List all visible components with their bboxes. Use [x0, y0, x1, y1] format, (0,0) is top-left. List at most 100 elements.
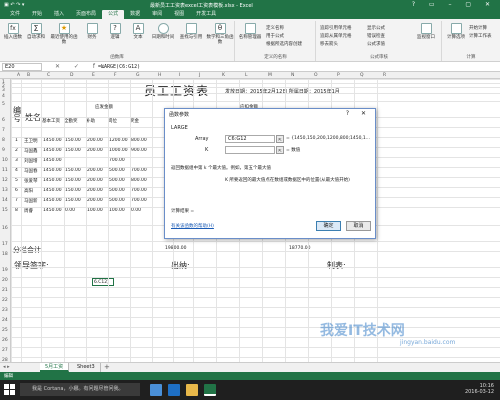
sheet-tab-sheet3[interactable]: Sheet3: [72, 363, 101, 372]
add-sheet-button[interactable]: +: [104, 363, 110, 371]
datetime-button[interactable]: 日期和时间: [151, 23, 175, 40]
lookup-button[interactable]: 查找与引用: [178, 23, 204, 40]
insert-function-button[interactable]: fx 插入函数: [2, 23, 24, 40]
salary-cell[interactable]: 150.00: [65, 138, 81, 143]
salary-cell[interactable]: 200.00: [87, 138, 103, 143]
column-header-D[interactable]: D: [70, 73, 73, 78]
remove-arrows-button[interactable]: 移去箭头: [320, 41, 338, 47]
salary-cell[interactable]: 500.00: [109, 188, 125, 193]
salary-cell[interactable]: 700.00: [131, 168, 147, 173]
sheet-tab-may-salary[interactable]: 5月工资: [40, 363, 70, 372]
name-box[interactable]: E20: [2, 63, 42, 71]
row-header-26[interactable]: 26: [2, 338, 8, 343]
row-header-14[interactable]: 14: [2, 198, 8, 203]
text-button[interactable]: A 文本: [128, 23, 148, 40]
excel-taskbar-icon[interactable]: [204, 384, 216, 396]
column-header-O[interactable]: O: [314, 73, 318, 78]
salary-cell[interactable]: 1450.00: [43, 178, 62, 183]
column-header-J[interactable]: J: [199, 73, 200, 78]
calc-options-button[interactable]: 计算选项: [445, 23, 467, 40]
array-input[interactable]: C6:G12: [225, 135, 275, 143]
ribbon-tab-7[interactable]: 视图: [168, 10, 190, 19]
active-cell-e20[interactable]: 6.C12): [92, 278, 114, 286]
ribbon-tab-8[interactable]: 开发工具: [190, 10, 222, 19]
column-header-C[interactable]: C: [47, 73, 50, 78]
cancel-button[interactable]: 取消: [346, 221, 371, 231]
create-from-selection-button[interactable]: 根据所选内容创建: [266, 41, 302, 47]
salary-cell[interactable]: 100.00: [87, 208, 103, 213]
ribbon-tab-3[interactable]: 页面布局: [70, 10, 102, 19]
taskbar-clock[interactable]: 10:16 2016-03-12: [465, 383, 494, 395]
formula-input[interactable]: =LARGE(C6:G12): [98, 63, 140, 71]
row-header-20[interactable]: 20: [2, 278, 8, 283]
calc-sheet-button[interactable]: 计算工作表: [469, 33, 492, 39]
salary-cell[interactable]: 1450.00: [43, 208, 62, 213]
window-controls[interactable]: ? ▭ – ▢ ✕: [412, 1, 496, 8]
column-header-F[interactable]: F: [114, 73, 117, 78]
column-header-B[interactable]: B: [27, 73, 30, 78]
row-header-18[interactable]: 18: [2, 252, 8, 257]
sheet-nav-arrows[interactable]: ◂ ▸: [3, 364, 10, 370]
row-header-15[interactable]: 15: [2, 208, 8, 213]
row-header-3[interactable]: 3: [2, 88, 5, 93]
salary-cell[interactable]: 700.00: [131, 188, 147, 193]
row-header-5[interactable]: 5: [2, 102, 5, 107]
ribbon-tab-0[interactable]: 文件: [4, 10, 26, 19]
salary-cell[interactable]: 1450.00: [43, 158, 62, 163]
row-header-4[interactable]: 4: [2, 94, 5, 99]
row-header-12[interactable]: 12: [2, 178, 8, 183]
help-link[interactable]: 有关该函数的帮助(H): [171, 223, 214, 229]
salary-cell[interactable]: 1450.00: [43, 188, 62, 193]
windows-start-icon[interactable]: [4, 384, 15, 395]
salary-cell[interactable]: 1450.00: [43, 138, 62, 143]
row-header-27[interactable]: 27: [2, 348, 8, 353]
column-header-I[interactable]: I: [179, 73, 180, 78]
salary-cell[interactable]: 1450.00: [43, 168, 62, 173]
row-header-10[interactable]: 10: [2, 158, 8, 163]
salary-cell[interactable]: 800.00: [131, 138, 147, 143]
ribbon-tab-5[interactable]: 数据: [124, 10, 146, 19]
dialog-controls[interactable]: ? ✕: [346, 110, 371, 117]
use-in-formula-button[interactable]: 用于公式: [266, 33, 284, 39]
column-header-N[interactable]: N: [291, 73, 294, 78]
trace-dependents-button[interactable]: 追踪从属单元格: [320, 33, 352, 39]
column-header-A[interactable]: A: [17, 73, 20, 78]
column-header-Q[interactable]: Q: [360, 73, 364, 78]
salary-cell[interactable]: 1000.00: [109, 148, 128, 153]
math-button[interactable]: θ 数学和三角函数: [206, 23, 234, 45]
ok-button[interactable]: 确定: [316, 221, 341, 231]
salary-cell[interactable]: 200.00: [87, 168, 103, 173]
salary-cell[interactable]: 700.00: [109, 158, 125, 163]
salary-cell[interactable]: 150.00: [65, 168, 81, 173]
salary-cell[interactable]: 200.00: [87, 198, 103, 203]
array-collapse-button[interactable]: ⇱: [276, 135, 284, 143]
show-formulas-button[interactable]: 显示公式: [367, 25, 385, 31]
salary-cell[interactable]: 900.00: [131, 148, 147, 153]
row-header-25[interactable]: 25: [2, 328, 8, 333]
salary-cell[interactable]: 100.00: [109, 208, 125, 213]
column-header-H[interactable]: H: [158, 73, 161, 78]
column-header-E[interactable]: E: [92, 73, 95, 78]
salary-cell[interactable]: 150.00: [65, 188, 81, 193]
ribbon-tab-6[interactable]: 审阅: [146, 10, 168, 19]
salary-cell[interactable]: 1450.00: [43, 198, 62, 203]
trace-precedents-button[interactable]: 追踪引用单元格: [320, 25, 352, 31]
autosum-button[interactable]: Σ 自动求和: [26, 23, 46, 40]
salary-cell[interactable]: 200.00: [87, 178, 103, 183]
k-collapse-button[interactable]: ⇱: [276, 146, 284, 154]
salary-cell[interactable]: 500.00: [109, 198, 125, 203]
salary-cell[interactable]: 150.00: [65, 178, 81, 183]
column-header-R[interactable]: R: [383, 73, 386, 78]
row-header-11[interactable]: 11: [2, 168, 8, 173]
ribbon-tab-4[interactable]: 公式: [102, 10, 125, 19]
salary-cell[interactable]: 0.00: [131, 208, 141, 213]
row-header-9[interactable]: 9: [2, 148, 5, 153]
salary-cell[interactable]: 0.00: [65, 208, 75, 213]
name-manager-button[interactable]: 名称管理器: [238, 23, 262, 40]
ribbon-tab-1[interactable]: 开始: [26, 10, 48, 19]
salary-cell[interactable]: 200.00: [87, 148, 103, 153]
file-explorer-icon[interactable]: [186, 384, 198, 396]
column-header-P[interactable]: P: [337, 73, 340, 78]
salary-cell[interactable]: 800.00: [131, 178, 147, 183]
salary-cell[interactable]: 500.00: [109, 178, 125, 183]
